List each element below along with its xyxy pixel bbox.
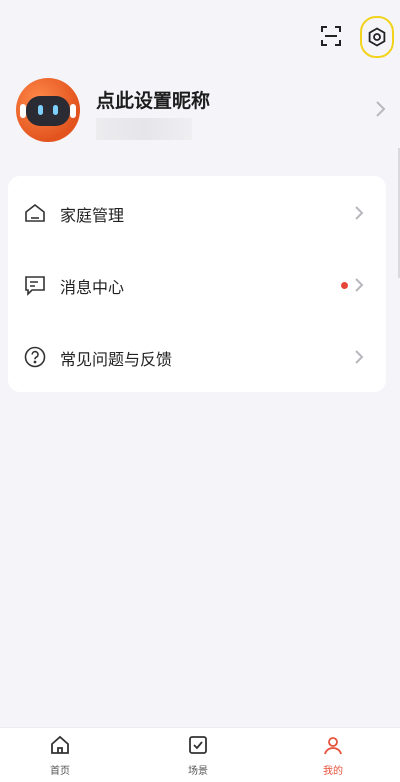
menu-item-label: 消息中心	[60, 278, 125, 297]
menu-item-faq-feedback[interactable]: 常见问题与反馈	[8, 320, 386, 392]
menu-item-label: 家庭管理	[60, 206, 125, 225]
chevron-right-icon	[376, 101, 386, 117]
home-icon	[25, 203, 45, 222]
nickname-label[interactable]: 点此设置昵称	[96, 86, 210, 113]
account-placeholder	[96, 118, 192, 140]
tab-label: 场景	[188, 766, 208, 777]
avatar[interactable]	[16, 78, 80, 142]
scene-check-icon	[189, 736, 207, 754]
menu-card: 家庭管理 消息中心 常见问题与反馈	[8, 176, 386, 392]
home-icon	[51, 735, 69, 754]
scan-button[interactable]	[313, 18, 349, 54]
scan-icon	[321, 26, 341, 46]
bottom-tab-bar: 首页 场景 我的	[0, 727, 400, 782]
profile-icon	[324, 737, 342, 755]
tab-scene[interactable]: 场景	[163, 734, 233, 777]
settings-button[interactable]	[360, 16, 394, 58]
top-actions	[280, 16, 400, 58]
tab-label: 我的	[323, 766, 343, 777]
message-icon	[25, 276, 45, 296]
help-icon	[24, 346, 46, 368]
tab-mine[interactable]: 我的	[298, 734, 368, 777]
gear-icon	[368, 27, 386, 47]
tab-home[interactable]: 首页	[25, 734, 95, 777]
profile-header[interactable]: 点此设置昵称	[16, 78, 386, 144]
menu-item-label: 常见问题与反馈	[60, 350, 173, 369]
unread-badge	[341, 282, 348, 289]
menu-item-family-management[interactable]: 家庭管理	[8, 176, 386, 248]
tab-label: 首页	[50, 766, 70, 777]
chevron-right-icon	[355, 278, 364, 292]
menu-item-message-center[interactable]: 消息中心	[8, 248, 386, 320]
chevron-right-icon	[355, 206, 364, 220]
chevron-right-icon	[355, 350, 364, 364]
